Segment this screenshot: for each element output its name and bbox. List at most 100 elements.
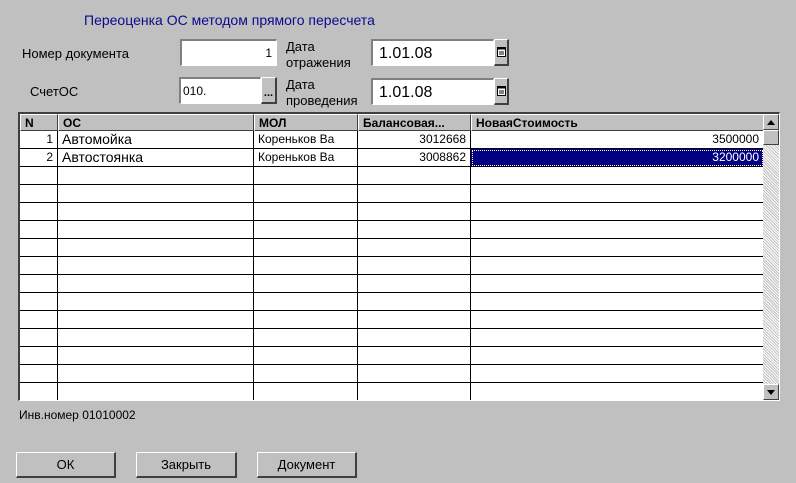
cell-os[interactable] (58, 185, 254, 203)
cell-balance[interactable] (358, 221, 471, 239)
col-header-new-cost[interactable]: НоваяСтоимость (471, 114, 764, 131)
table-row[interactable] (20, 347, 764, 365)
cell-mol[interactable] (254, 347, 358, 365)
date-exec-field[interactable]: 1.01.08 (371, 78, 494, 105)
cell-balance[interactable] (358, 347, 471, 365)
cell-balance[interactable] (358, 383, 471, 400)
cell-os[interactable]: Автомойка (58, 131, 254, 149)
table-row[interactable]: 1 Автомойка Кореньков Ва 3012668 3500000 (20, 131, 764, 149)
table-row[interactable] (20, 221, 764, 239)
cell-os[interactable] (58, 275, 254, 293)
cell-n[interactable] (20, 257, 58, 275)
cell-new-cost[interactable] (471, 365, 764, 383)
cell-mol[interactable]: Кореньков Ва (254, 131, 358, 149)
scroll-up-button[interactable] (763, 114, 779, 130)
col-header-balance[interactable]: Балансовая... (358, 114, 471, 131)
table-row[interactable] (20, 293, 764, 311)
cell-n[interactable]: 2 (20, 149, 58, 167)
cell-new-cost[interactable] (471, 239, 764, 257)
cell-balance[interactable] (358, 311, 471, 329)
cell-n[interactable] (20, 365, 58, 383)
cell-n[interactable] (20, 239, 58, 257)
col-header-n[interactable]: N (20, 114, 58, 131)
account-browse-button[interactable]: ... (261, 77, 277, 104)
cell-n[interactable] (20, 293, 58, 311)
cell-new-cost[interactable] (471, 185, 764, 203)
cell-mol[interactable] (254, 275, 358, 293)
cell-os[interactable] (58, 365, 254, 383)
cell-n[interactable] (20, 383, 58, 400)
cell-os[interactable] (58, 311, 254, 329)
table-row[interactable] (20, 311, 764, 329)
cell-balance[interactable] (358, 275, 471, 293)
cell-balance[interactable] (358, 167, 471, 185)
ok-button[interactable]: ОК (16, 452, 116, 478)
table-row[interactable] (20, 257, 764, 275)
date-reflect-calendar-button[interactable] (494, 39, 509, 66)
cell-balance[interactable] (358, 203, 471, 221)
cell-n[interactable] (20, 329, 58, 347)
scroll-thumb[interactable] (763, 130, 779, 145)
cell-balance[interactable] (358, 239, 471, 257)
cell-os[interactable]: Автостоянка (58, 149, 254, 167)
cell-mol[interactable] (254, 167, 358, 185)
cell-balance[interactable] (358, 185, 471, 203)
table-row[interactable]: 2 Автостоянка Кореньков Ва 3008862 3200000 (20, 149, 764, 167)
revaluation-grid[interactable]: N ОС МОЛ Балансовая... НоваяСтоимость 1А… (18, 112, 780, 401)
cell-os[interactable] (58, 239, 254, 257)
cell-new-cost[interactable] (471, 347, 764, 365)
cell-balance[interactable] (358, 329, 471, 347)
doc-number-field[interactable]: 1 (180, 39, 277, 66)
cell-os[interactable] (58, 203, 254, 221)
cell-mol[interactable] (254, 185, 358, 203)
table-row[interactable] (20, 203, 764, 221)
cell-mol[interactable] (254, 293, 358, 311)
cell-mol[interactable] (254, 311, 358, 329)
cell-n[interactable] (20, 347, 58, 365)
cell-new-cost[interactable] (471, 203, 764, 221)
table-row[interactable] (20, 239, 764, 257)
col-header-mol[interactable]: МОЛ (254, 114, 358, 131)
cell-mol[interactable] (254, 257, 358, 275)
cell-os[interactable] (58, 347, 254, 365)
cell-new-cost[interactable] (471, 311, 764, 329)
cell-new-cost[interactable]: 3500000 (471, 131, 764, 149)
cell-balance[interactable] (358, 257, 471, 275)
cell-balance[interactable]: 3012668 (358, 131, 471, 149)
table-row[interactable] (20, 329, 764, 347)
cell-new-cost[interactable] (471, 383, 764, 400)
cell-new-cost[interactable] (471, 329, 764, 347)
cell-new-cost[interactable] (471, 167, 764, 185)
cell-new-cost[interactable] (471, 275, 764, 293)
cell-os[interactable] (58, 329, 254, 347)
close-button[interactable]: Закрыть (136, 452, 237, 478)
cell-new-cost[interactable] (471, 221, 764, 239)
cell-n[interactable] (20, 185, 58, 203)
scroll-down-button[interactable] (763, 384, 779, 400)
vertical-scrollbar[interactable] (763, 114, 779, 400)
cell-n[interactable] (20, 311, 58, 329)
cell-os[interactable] (58, 221, 254, 239)
table-row[interactable] (20, 365, 764, 383)
cell-balance[interactable]: 3008862 (358, 149, 471, 167)
cell-os[interactable] (58, 383, 254, 400)
cell-os[interactable] (58, 167, 254, 185)
cell-mol[interactable] (254, 239, 358, 257)
cell-n[interactable] (20, 203, 58, 221)
document-button[interactable]: Документ (257, 452, 357, 478)
table-row[interactable] (20, 167, 764, 185)
cell-mol[interactable] (254, 203, 358, 221)
cell-mol[interactable] (254, 329, 358, 347)
cell-balance[interactable] (358, 365, 471, 383)
account-field[interactable]: 010. (179, 77, 261, 104)
cell-mol[interactable] (254, 365, 358, 383)
table-row[interactable] (20, 383, 764, 400)
col-header-os[interactable]: ОС (58, 114, 254, 131)
date-exec-calendar-button[interactable] (494, 78, 509, 105)
cell-os[interactable] (58, 257, 254, 275)
cell-n[interactable]: 1 (20, 131, 58, 149)
cell-new-cost[interactable]: 3200000 (471, 149, 764, 167)
table-row[interactable] (20, 275, 764, 293)
table-row[interactable] (20, 185, 764, 203)
cell-new-cost[interactable] (471, 293, 764, 311)
